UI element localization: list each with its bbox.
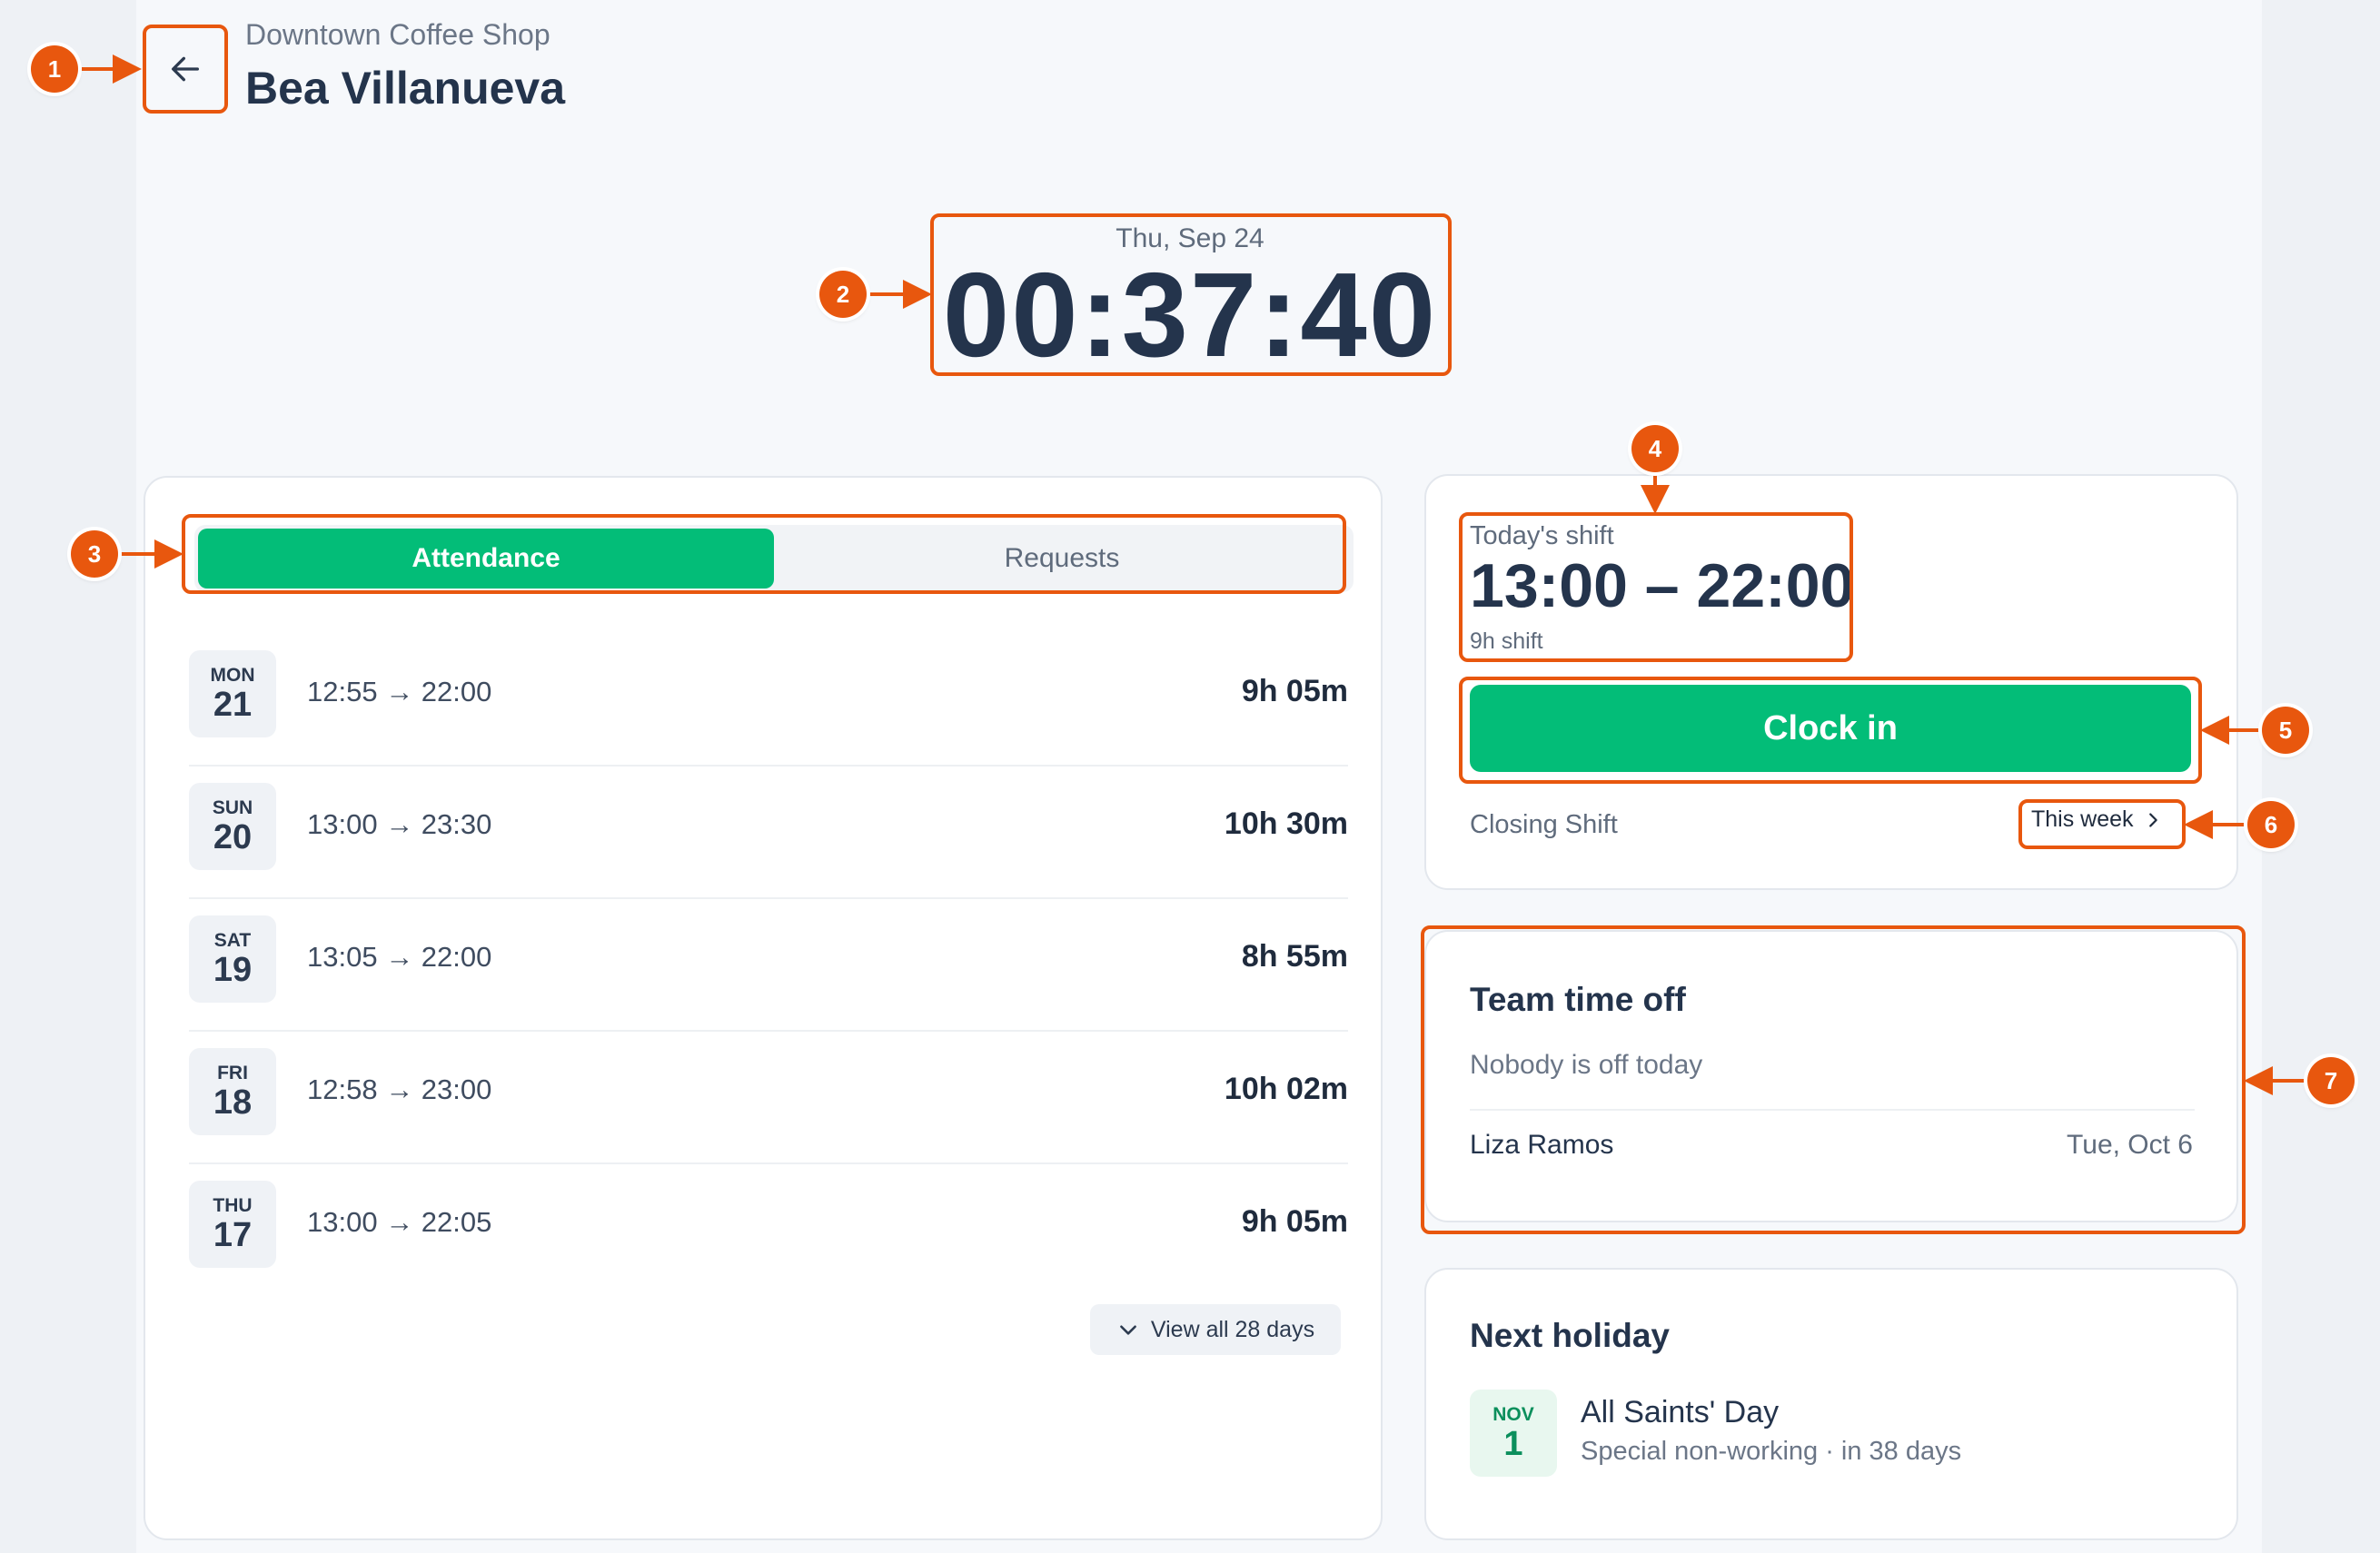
annotation-badge-6: 6 <box>2247 801 2295 848</box>
annotation-badge-2: 2 <box>819 271 867 318</box>
annotation-badge-4: 4 <box>1631 425 1679 472</box>
annotation-badge-5: 5 <box>2262 707 2309 754</box>
annotation-arrows <box>82 54 2306 1095</box>
annotation-badge-7: 7 <box>2307 1057 2355 1104</box>
annotation-badge-3: 3 <box>71 530 118 578</box>
annotation-badge-1: 1 <box>31 45 78 93</box>
